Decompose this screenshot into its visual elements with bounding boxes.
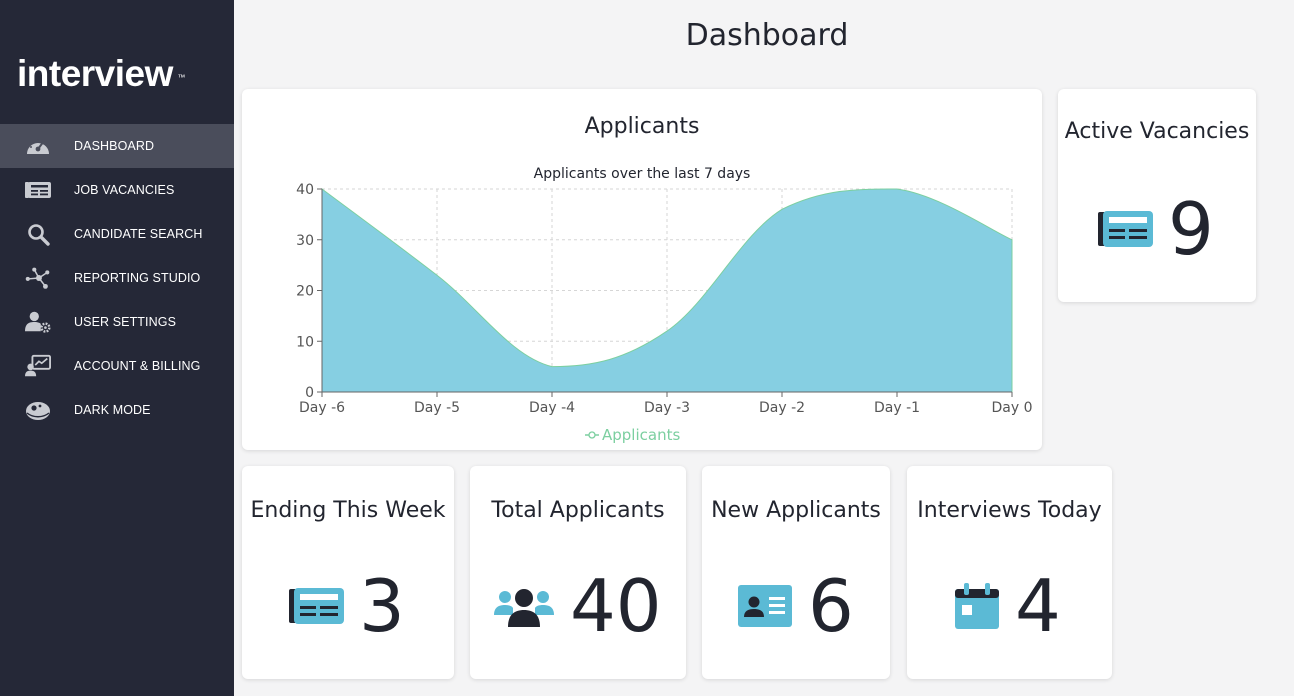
- y-tick-label: 0: [305, 385, 314, 401]
- stat-value: 3: [359, 564, 405, 648]
- stat-card-active-vacancies[interactable]: Active Vacancies 9: [1058, 89, 1256, 302]
- newspaper-icon: [289, 586, 345, 626]
- sidebar-item-dashboard[interactable]: DASHBOARD: [0, 124, 234, 168]
- y-tick-label: 10: [296, 334, 314, 350]
- y-tick-label: 40: [296, 182, 314, 198]
- sidebar-item-label: USER SETTINGS: [74, 315, 177, 329]
- x-tick-label: Day -6: [299, 400, 345, 416]
- stat-value: 6: [808, 564, 854, 648]
- sidebar-item-candidate-search[interactable]: CANDIDATE SEARCH: [0, 212, 234, 256]
- users-group-icon: [494, 585, 554, 627]
- legend-label: Applicants: [602, 426, 680, 444]
- stat-body: 6: [738, 570, 854, 642]
- x-tick-label: Day -4: [529, 400, 575, 416]
- x-tick-label: Day -5: [414, 400, 460, 416]
- sidebar-item-reporting-studio[interactable]: REPORTING STUDIO: [0, 256, 234, 300]
- sidebar-item-label: JOB VACANCIES: [74, 183, 175, 197]
- stat-body: 3: [289, 570, 405, 642]
- stat-card-interviews-today[interactable]: Interviews Today 4: [907, 466, 1112, 679]
- legend-swatch-marker: [588, 431, 596, 439]
- sidebar-item-account-billing[interactable]: ACCOUNT & BILLING: [0, 344, 234, 388]
- speedometer-icon: [25, 133, 51, 159]
- network-nodes-icon: [25, 265, 51, 291]
- sidebar-item-label: REPORTING STUDIO: [74, 271, 201, 285]
- stat-card-ending-this-week[interactable]: Ending This Week 3: [242, 466, 454, 679]
- applicants-chart-card: Applicants Applicants over the last 7 da…: [242, 89, 1042, 450]
- stat-card-new-applicants[interactable]: New Applicants 6: [702, 466, 890, 679]
- app-logo[interactable]: interview ™: [17, 53, 185, 94]
- sidebar-item-label: ACCOUNT & BILLING: [74, 359, 201, 373]
- applicants-area-chart: Applicants over the last 7 days 0 10 20 30 4…: [296, 166, 1032, 444]
- stat-title: Interviews Today: [917, 498, 1102, 523]
- stat-body: 9: [1098, 193, 1214, 265]
- sidebar-item-label: DASHBOARD: [74, 139, 155, 153]
- chart-title: Applicants over the last 7 days: [534, 166, 751, 182]
- sidebar-item-user-settings[interactable]: USER SETTINGS: [0, 300, 234, 344]
- x-tick-label: Day 0: [991, 400, 1032, 416]
- page-title: Dashboard: [685, 18, 849, 53]
- stat-title: Total Applicants: [491, 498, 665, 523]
- user-gear-icon: [25, 309, 51, 335]
- sidebar-item-dark-mode[interactable]: DARK MODE: [0, 388, 234, 432]
- logo-text: interview: [17, 53, 173, 94]
- x-tick-label: Day -3: [644, 400, 690, 416]
- stat-value: 40: [570, 564, 662, 648]
- stat-value: 4: [1015, 564, 1061, 648]
- y-tick-label: 30: [296, 233, 314, 249]
- dark-mode-icon: [25, 397, 51, 423]
- stat-body: 4: [955, 570, 1061, 642]
- stat-body: 40: [494, 570, 662, 642]
- sidebar-item-label: CANDIDATE SEARCH: [74, 227, 203, 241]
- sidebar: interview ™ DASHBOARD JOB VACANCIES CANDI…: [0, 0, 234, 696]
- user-chart-icon: [25, 353, 51, 379]
- stat-value: 9: [1168, 187, 1214, 271]
- stat-title: New Applicants: [711, 498, 881, 523]
- x-tick-label: Day -1: [874, 400, 920, 416]
- sidebar-item-label: DARK MODE: [74, 403, 151, 417]
- search-icon: [25, 221, 51, 247]
- stat-card-total-applicants[interactable]: Total Applicants 40: [470, 466, 686, 679]
- x-tick-label: Day -2: [759, 400, 805, 416]
- calendar-icon: [955, 583, 999, 629]
- chart-legend[interactable]: Applicants: [585, 426, 680, 444]
- sidebar-nav: DASHBOARD JOB VACANCIES CANDIDATE SEARCH…: [0, 124, 234, 432]
- newspaper-icon: [25, 177, 51, 203]
- stat-title: Active Vacancies: [1064, 119, 1250, 144]
- newspaper-icon: [1098, 209, 1154, 249]
- logo-trademark: ™: [177, 73, 185, 82]
- stat-title: Ending This Week: [250, 498, 446, 523]
- y-tick-label: 20: [296, 284, 314, 300]
- id-card-icon: [738, 585, 792, 627]
- sidebar-item-job-vacancies[interactable]: JOB VACANCIES: [0, 168, 234, 212]
